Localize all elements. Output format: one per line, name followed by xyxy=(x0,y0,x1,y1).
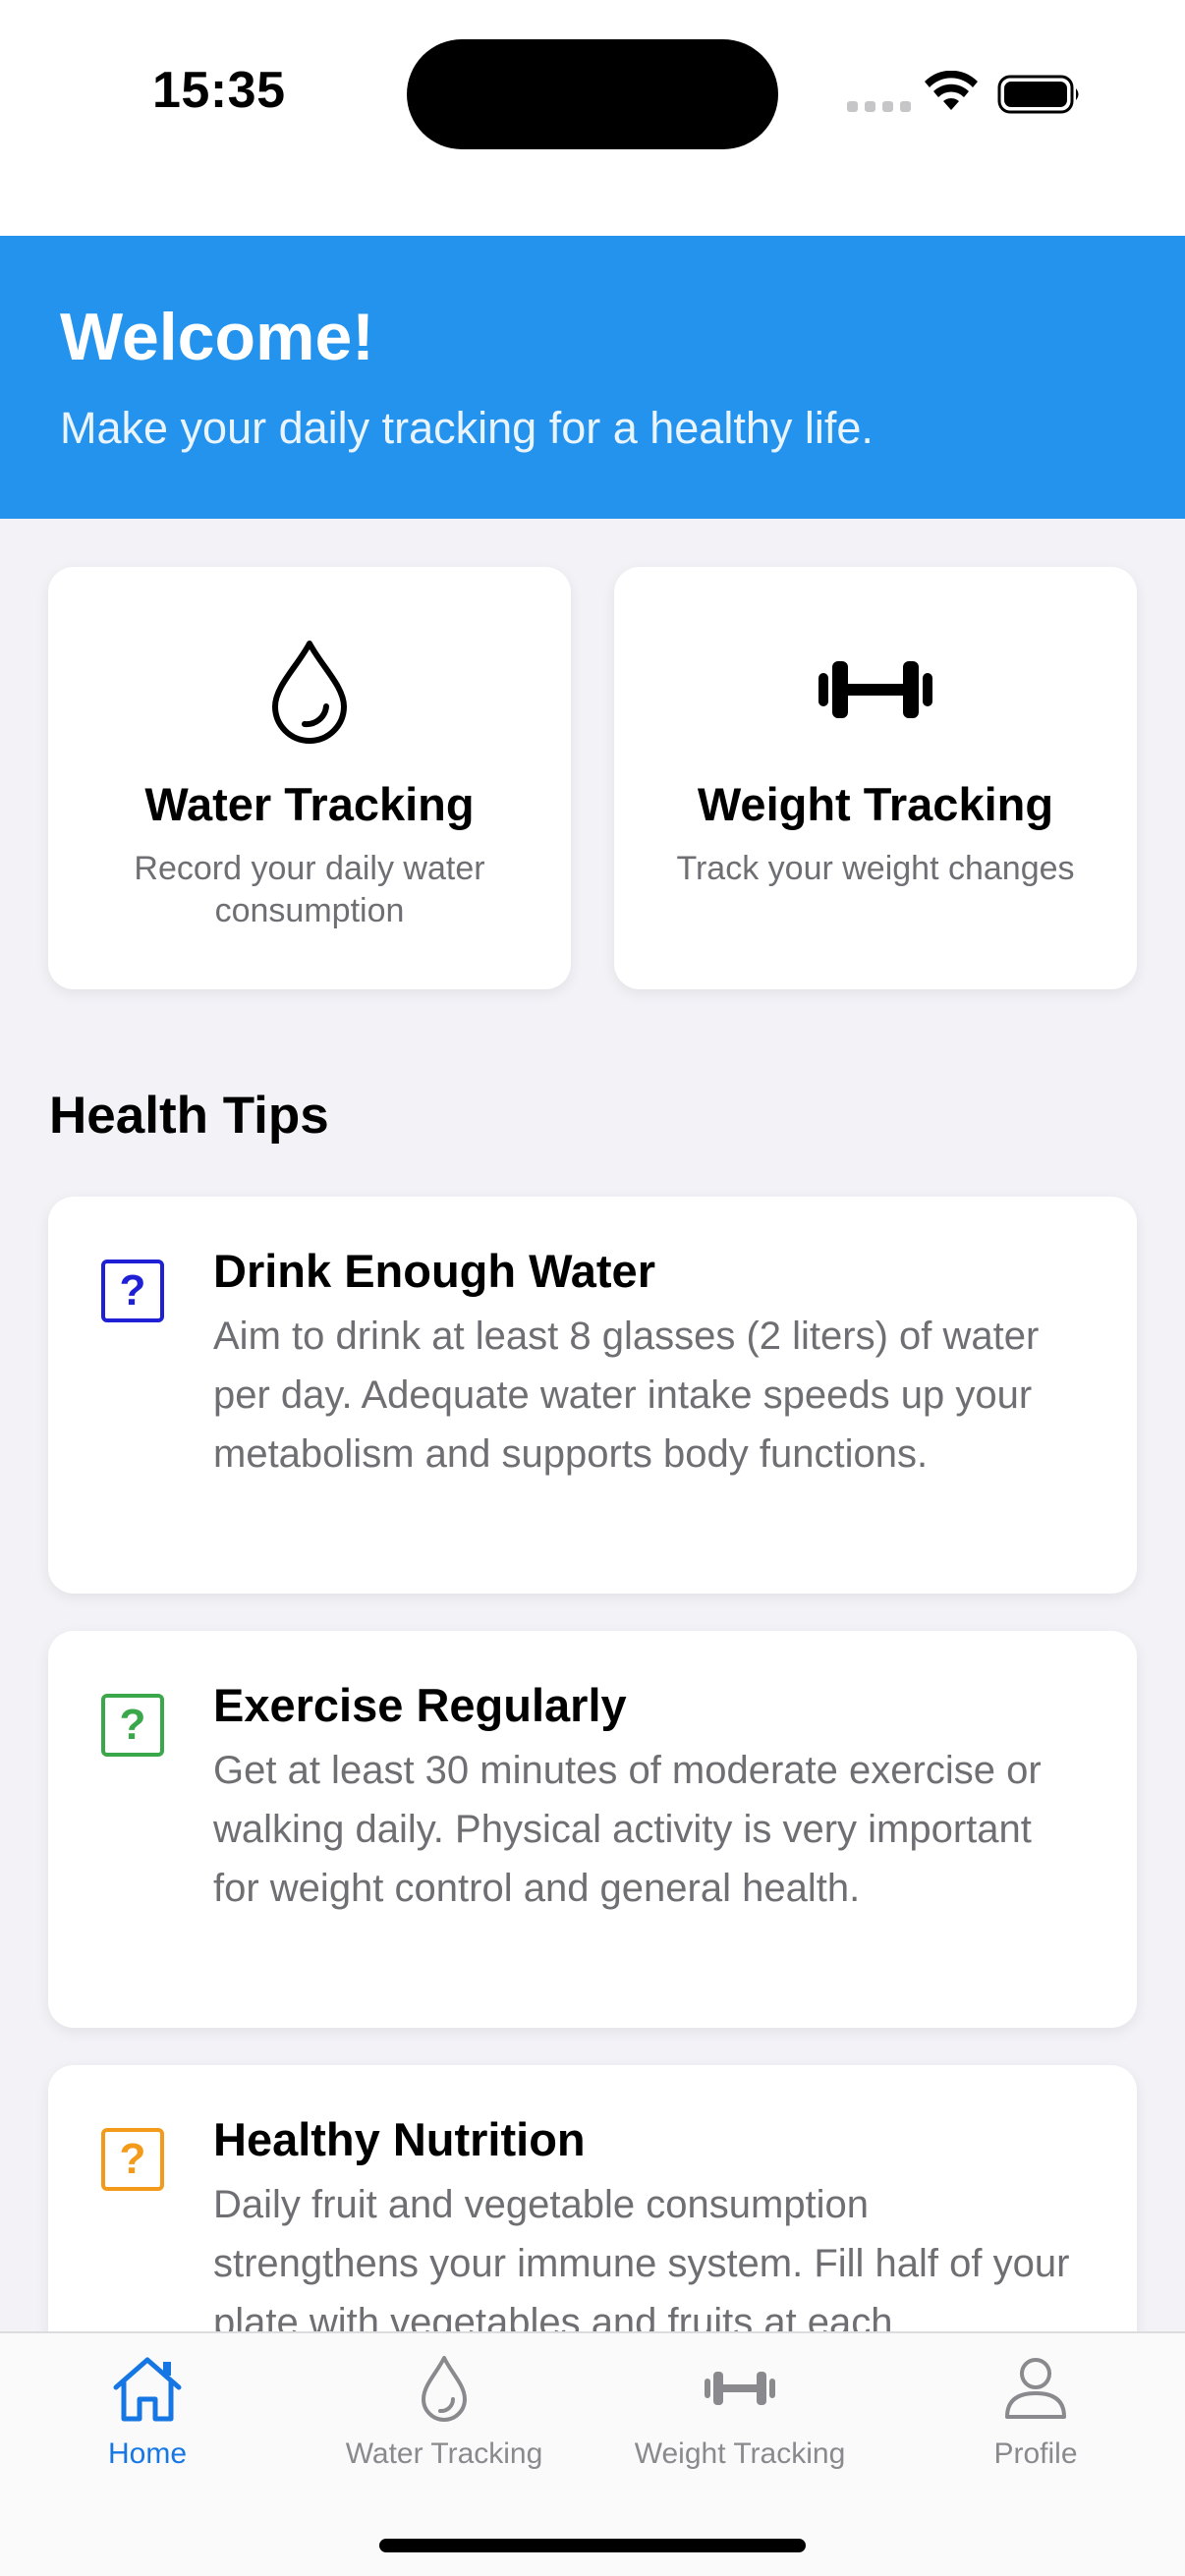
tip-card-water: ? Drink Enough Water Aim to drink at lea… xyxy=(48,1197,1137,1594)
question-mark-icon: ? xyxy=(101,1260,164,1322)
dumbbell-icon xyxy=(705,2372,775,2405)
dumbbell-icon xyxy=(818,661,932,718)
welcome-title: Welcome! xyxy=(60,300,374,374)
battery-icon xyxy=(997,75,1079,114)
tip-title: Exercise Regularly xyxy=(213,1679,627,1731)
home-indicator[interactable] xyxy=(379,2539,806,2552)
cellular-signal-icon xyxy=(847,101,911,112)
question-mark-icon: ? xyxy=(101,1694,164,1757)
feature-description: Record your daily water consumption xyxy=(134,850,485,929)
tip-body: Aim to drink at least 8 glasses (2 liter… xyxy=(213,1315,1040,1476)
feature-description: Track your weight changes xyxy=(676,850,1075,887)
tab-profile[interactable]: Profile xyxy=(888,2351,1183,2471)
tip-body: Get at least 30 minutes of moderate exer… xyxy=(213,1749,1042,1910)
welcome-subtitle: Make your daily tracking for a healthy l… xyxy=(60,403,874,453)
weight-tracking-card[interactable]: Weight Tracking Track your weight change… xyxy=(614,567,1137,989)
home-screen: 15:35 Welcome! Make your daily tracking … xyxy=(0,0,1185,2576)
tab-label: Home xyxy=(107,2437,188,2470)
wifi-icon xyxy=(925,71,978,110)
status-bar: 15:35 xyxy=(0,0,1185,236)
tip-body: Daily fruit and vegetable consumption st… xyxy=(213,2183,1070,2344)
tip-title: Healthy Nutrition xyxy=(213,2113,586,2165)
status-time: 15:35 xyxy=(152,62,286,119)
feature-title: Water Tracking xyxy=(144,778,475,830)
water-drop-icon xyxy=(422,2356,467,2422)
tab-label: Profile xyxy=(993,2437,1078,2470)
question-mark-icon: ? xyxy=(101,2128,164,2191)
tab-weight-tracking[interactable]: Weight Tracking xyxy=(592,2351,887,2471)
health-tips-heading: Health Tips xyxy=(49,1087,329,1145)
welcome-banner: Welcome! Make your daily tracking for a … xyxy=(0,236,1185,519)
home-icon xyxy=(113,2357,182,2422)
tab-water-tracking[interactable]: Water Tracking xyxy=(297,2351,592,2471)
tab-bar: Home Water Tracking Weight Tracking Prof… xyxy=(0,2331,1185,2576)
tab-home[interactable]: Home xyxy=(0,2351,295,2471)
tab-label: Water Tracking xyxy=(345,2437,543,2470)
tab-label: Weight Tracking xyxy=(634,2437,846,2470)
dynamic-island xyxy=(407,39,778,149)
water-drop-icon xyxy=(272,641,347,744)
feature-title: Weight Tracking xyxy=(697,778,1054,830)
person-icon xyxy=(1005,2358,1066,2419)
tip-card-exercise: ? Exercise Regularly Get at least 30 min… xyxy=(48,1631,1137,2028)
tip-title: Drink Enough Water xyxy=(213,1245,655,1297)
water-tracking-card[interactable]: Water Tracking Record your daily water c… xyxy=(48,567,571,989)
